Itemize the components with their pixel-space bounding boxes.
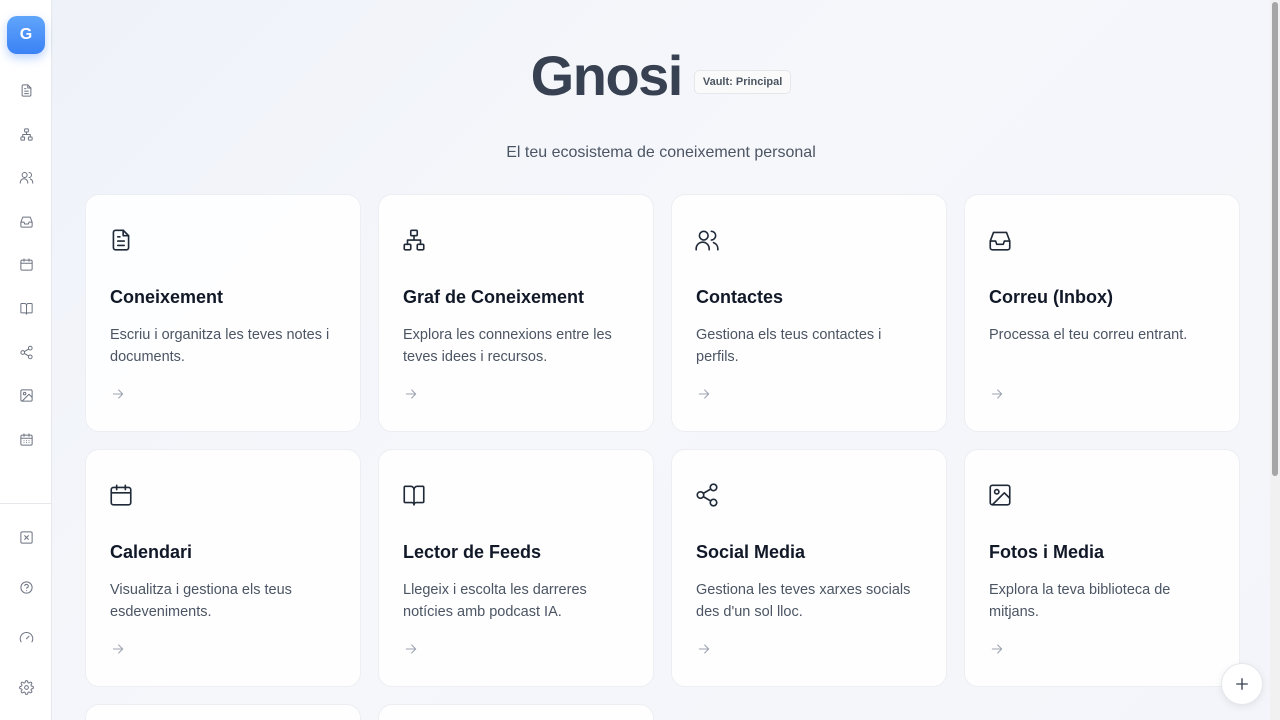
- image-icon: [987, 482, 1015, 510]
- sidebar-item-calendar-icon[interactable]: [16, 254, 36, 274]
- add-button[interactable]: [1221, 663, 1263, 705]
- sidebar-item-calendar-grid-icon[interactable]: [16, 429, 36, 449]
- card-partial[interactable]: [85, 704, 361, 720]
- arrow-right-icon: [110, 641, 128, 659]
- arrow-right-icon: [696, 386, 714, 404]
- page-header: Gnosi Vault: Principal: [52, 44, 1270, 108]
- sidebar-help-icon[interactable]: [16, 577, 36, 597]
- sidebar-item-contacts-icon[interactable]: [16, 167, 36, 187]
- sidebar-gauge-icon[interactable]: [16, 627, 36, 647]
- sidebar-item-graph-icon[interactable]: [16, 124, 36, 144]
- card-graf-de-coneixement[interactable]: Graf de Coneixement Explora les connexio…: [378, 194, 654, 432]
- card-description: Gestiona les teves xarxes socials des d'…: [696, 582, 911, 620]
- sidebar-divider: [0, 503, 51, 504]
- graph-icon: [401, 227, 429, 255]
- arrow-right-icon: [110, 386, 128, 404]
- card-title: Fotos i Media: [989, 542, 1105, 562]
- card-title: Lector de Feeds: [403, 542, 542, 562]
- arrow-right-icon: [989, 386, 1007, 404]
- arrow-right-icon: [989, 641, 1007, 659]
- contacts-icon: [694, 227, 722, 255]
- main-content: Gnosi Vault: Principal El teu ecosistema…: [52, 0, 1270, 720]
- page-title: Gnosi: [530, 44, 684, 107]
- card-title: Contactes: [696, 287, 784, 307]
- sidebar-item-document-icon[interactable]: [16, 80, 36, 100]
- sidebar-item-share-icon[interactable]: [16, 342, 36, 362]
- card-title: Graf de Coneixement: [403, 287, 585, 307]
- card-description: Escriu i organitza les teves notes i doc…: [110, 327, 330, 365]
- plus-icon: [1236, 678, 1248, 690]
- card-calendari[interactable]: Calendari Visualitza i gestiona els teus…: [85, 449, 361, 687]
- card-coneixement[interactable]: Coneixement Escriu i organitza les teves…: [85, 194, 361, 432]
- arrow-right-icon: [403, 386, 421, 404]
- card-description: Llegeix i escolta les darreres notícies …: [403, 582, 587, 620]
- card-description: Visualitza i gestiona els teus esdevenim…: [110, 582, 292, 620]
- card-lector-de-feeds[interactable]: Lector de Feeds Llegeix i escolta les da…: [378, 449, 654, 687]
- calendar-icon: [108, 482, 136, 510]
- page-subtitle: El teu ecosistema de coneixement persona…: [506, 144, 816, 161]
- card-title: Calendari: [110, 542, 193, 562]
- sidebar-settings-icon[interactable]: [16, 677, 36, 697]
- sidebar-item-book-icon[interactable]: [16, 298, 36, 318]
- card-title: Correu (Inbox): [989, 287, 1113, 307]
- inbox-icon: [987, 227, 1015, 255]
- card-description: Explora la teva biblioteca de mitjans.: [989, 582, 1171, 620]
- arrow-right-icon: [696, 641, 714, 659]
- share-icon: [694, 482, 722, 510]
- card-contactes[interactable]: Contactes Gestiona els teus contactes i …: [671, 194, 947, 432]
- app-logo[interactable]: G: [7, 16, 45, 54]
- sidebar-item-inbox-icon[interactable]: [16, 211, 36, 231]
- card-correu-inbox[interactable]: Correu (Inbox) Processa el teu correu en…: [964, 194, 1240, 432]
- card-social-media[interactable]: Social Media Gestiona les teves xarxes s…: [671, 449, 947, 687]
- sidebar: G: [0, 0, 52, 720]
- book-icon: [401, 482, 429, 510]
- card-description: Explora les connexions entre les teves i…: [403, 327, 612, 365]
- card-description: Processa el teu correu entrant.: [989, 327, 1188, 343]
- arrow-right-icon: [403, 641, 421, 659]
- card-fotos-i-media[interactable]: Fotos i Media Explora la teva biblioteca…: [964, 449, 1240, 687]
- card-description: Gestiona els teus contactes i perfils.: [696, 327, 882, 365]
- card-title: Social Media: [696, 542, 806, 562]
- card-title: Coneixement: [110, 287, 224, 307]
- scrollbar-thumb[interactable]: [1272, 2, 1278, 476]
- sidebar-item-image-icon[interactable]: [16, 385, 36, 405]
- card-partial[interactable]: [378, 704, 654, 720]
- document-icon: [108, 227, 136, 255]
- vault-badge[interactable]: Vault: Principal: [693, 70, 792, 94]
- sidebar-close-box-icon[interactable]: [16, 527, 36, 547]
